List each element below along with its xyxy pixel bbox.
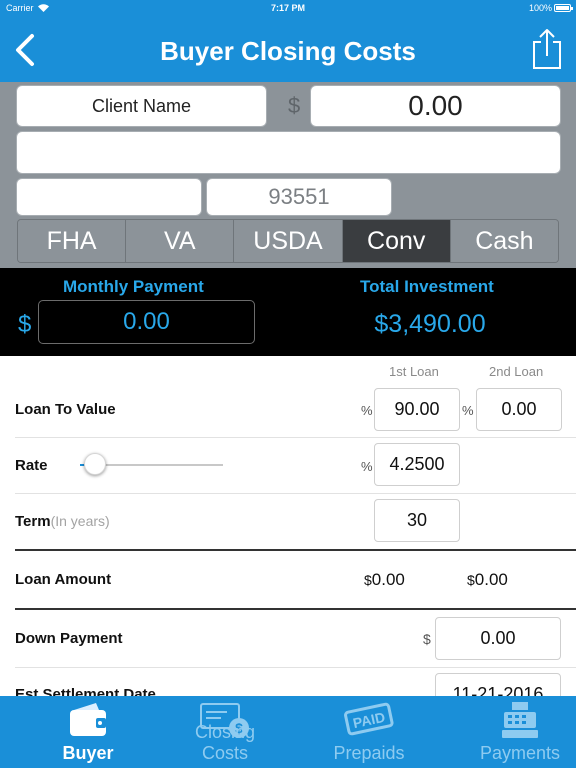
status-bar: Carrier 7:17 PM 100% bbox=[0, 0, 576, 16]
monthly-payment-label: Monthly Payment bbox=[63, 277, 204, 296]
loan-type-usda[interactable]: USDA bbox=[234, 220, 343, 262]
status-time: 7:17 PM bbox=[270, 3, 305, 13]
term-value: 30 bbox=[406, 510, 428, 530]
first-loan-header: 1st Loan bbox=[389, 364, 439, 379]
ltv-first-input[interactable]: 90.00 bbox=[374, 388, 460, 431]
total-investment-value: $3,490.00 bbox=[374, 310, 486, 338]
loan-type-cash[interactable]: Cash bbox=[450, 220, 558, 262]
loan-amount-second: $0.00 bbox=[467, 570, 508, 590]
rate-label: Rate bbox=[15, 457, 48, 474]
second-loan-header: 2nd Loan bbox=[489, 364, 544, 379]
divider bbox=[15, 437, 576, 438]
address-field[interactable] bbox=[16, 131, 561, 174]
summary-panel: Monthly Payment Total Investment $ 0.00 … bbox=[0, 268, 576, 356]
wallet-icon bbox=[70, 703, 106, 736]
settlement-date-label: Est Settlement Date bbox=[15, 686, 156, 696]
ltv-first-value: 90.00 bbox=[394, 399, 440, 419]
settlement-date-input[interactable]: 11-21-2016 bbox=[435, 673, 561, 696]
down-payment-label: Down Payment bbox=[15, 630, 123, 647]
ltv-first-pct: % bbox=[361, 403, 373, 418]
ltv-second-input[interactable]: 0.00 bbox=[476, 388, 562, 431]
battery-percent: 100% bbox=[528, 3, 552, 13]
loan-amount-second-currency: $ bbox=[467, 572, 475, 588]
loan-form: 1st Loan 2nd Loan Loan To Value % 90.00 … bbox=[0, 356, 576, 696]
rate-input[interactable]: 4.2500 bbox=[374, 443, 460, 486]
tab-payments-label: Payments bbox=[479, 743, 561, 763]
monthly-payment-value: 0.00 bbox=[123, 308, 170, 335]
client-section: Client Name $ 0.00 93551 FHA VA USDA Con… bbox=[0, 82, 576, 268]
rate-slider-handle[interactable] bbox=[84, 453, 106, 475]
price-currency-label: $ bbox=[288, 93, 301, 118]
ltv-second-pct: % bbox=[462, 403, 474, 418]
client-name-placeholder: Client Name bbox=[91, 95, 192, 116]
city-field[interactable] bbox=[16, 178, 202, 216]
ltv-second-value: 0.00 bbox=[501, 399, 537, 419]
tab-closing-costs[interactable]: $ Closing Costs bbox=[176, 696, 274, 768]
loan-amount-first: $0.00 bbox=[364, 570, 405, 590]
total-investment-label: Total Investment bbox=[360, 277, 494, 296]
cash-register-icon bbox=[502, 702, 538, 738]
section-divider bbox=[15, 549, 576, 551]
monthly-currency-label: $ bbox=[18, 311, 32, 338]
page-title: Buyer Closing Costs bbox=[160, 36, 416, 66]
paid-stamp-icon: PAID bbox=[344, 702, 394, 736]
nav-bar: Buyer Closing Costs bbox=[0, 16, 576, 82]
tab-buyer-label: Buyer bbox=[62, 743, 114, 763]
loan-amount-second-value: 0.00 bbox=[474, 570, 508, 589]
divider bbox=[15, 493, 576, 494]
tab-prepaids-label: Prepaids bbox=[333, 743, 405, 763]
purchase-price-field[interactable]: 0.00 bbox=[310, 85, 561, 127]
term-hint: (In years) bbox=[50, 513, 110, 529]
purchase-price-value: 0.00 bbox=[408, 90, 463, 121]
rate-value: 4.2500 bbox=[389, 454, 445, 474]
tab-buyer[interactable]: Buyer bbox=[0, 696, 176, 768]
tab-closing-costs-label: Closing Costs bbox=[194, 722, 256, 763]
loan-type-fha[interactable]: FHA bbox=[18, 220, 127, 262]
settlement-date-value: 11-21-2016 bbox=[452, 684, 544, 696]
loan-amount-label: Loan Amount bbox=[15, 571, 112, 588]
share-icon bbox=[533, 29, 561, 69]
rate-pct: % bbox=[361, 459, 373, 474]
zip-field[interactable]: 93551 bbox=[206, 178, 392, 216]
down-payment-input[interactable]: 0.00 bbox=[435, 617, 561, 660]
loan-amount-first-currency: $ bbox=[364, 572, 372, 588]
zip-value: 93551 bbox=[268, 184, 330, 209]
tab-prepaids[interactable]: PAID Prepaids bbox=[274, 696, 464, 768]
ltv-label: Loan To Value bbox=[15, 401, 116, 418]
down-payment-currency: $ bbox=[423, 631, 431, 647]
monthly-payment-field[interactable]: 0.00 bbox=[38, 300, 255, 344]
client-name-field[interactable]: Client Name bbox=[16, 85, 267, 127]
term-label-text: Term bbox=[15, 513, 51, 530]
loan-type-conv[interactable]: Conv bbox=[342, 220, 451, 262]
section-divider bbox=[15, 608, 576, 610]
term-label: Term(In years) bbox=[15, 513, 110, 530]
term-input[interactable]: 30 bbox=[374, 499, 460, 542]
down-payment-value: 0.00 bbox=[480, 628, 516, 648]
tab-payments[interactable]: Payments bbox=[464, 696, 576, 768]
loan-type-selector: FHA VA USDA Conv Cash bbox=[17, 219, 559, 263]
share-button[interactable] bbox=[530, 26, 564, 72]
loan-type-va[interactable]: VA bbox=[126, 220, 235, 262]
battery-icon bbox=[554, 4, 573, 12]
tab-bar: Buyer $ Closing Costs PAID Prepaids Paym… bbox=[0, 696, 576, 768]
divider bbox=[15, 667, 576, 668]
loan-amount-first-value: 0.00 bbox=[371, 570, 405, 589]
